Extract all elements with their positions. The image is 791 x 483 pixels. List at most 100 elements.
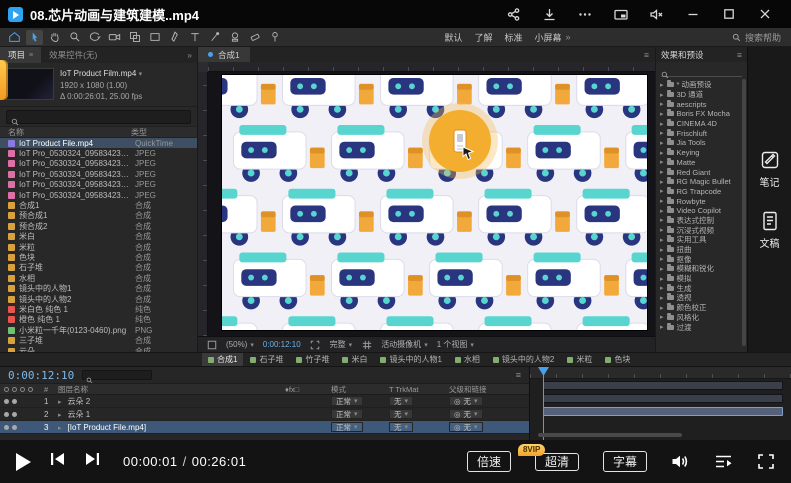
label-color-chip[interactable]	[8, 327, 15, 334]
camera-tool-icon[interactable]	[106, 30, 123, 45]
project-search-input[interactable]	[6, 110, 191, 124]
chevron-right-icon[interactable]: ▸	[660, 100, 664, 108]
chevron-right-icon[interactable]: ▸	[660, 207, 664, 215]
effects-category-row[interactable]: ▸ 抠像	[656, 254, 747, 264]
label-color-chip[interactable]	[8, 306, 15, 313]
zoom-level-dropdown[interactable]: (50%)▾	[226, 340, 254, 349]
timeline-layer-row[interactable]: 3 ▸[IoT Product File.mp4] 正常▾ 无▾ ◎无▾	[0, 421, 529, 434]
effects-category-row[interactable]: ▸ 过渡	[656, 322, 747, 332]
search-help-box[interactable]: 搜索帮助	[732, 31, 785, 44]
chevron-right-icon[interactable]: ▸	[660, 129, 664, 137]
label-color-chip[interactable]	[8, 150, 15, 157]
effects-category-row[interactable]: ▸ RG Trapcode	[656, 187, 747, 197]
timeline-track-area[interactable]	[530, 367, 791, 440]
project-item-row[interactable]: IoT Pro_0530324_095834230.jpg JPEG	[0, 190, 197, 200]
layer-trkmat-dropdown[interactable]: 无▾	[389, 396, 449, 406]
label-color-chip[interactable]	[8, 233, 15, 240]
label-color-chip[interactable]	[8, 171, 15, 178]
magnification-icon[interactable]	[206, 339, 217, 350]
composition-tab[interactable]: 米粒	[561, 353, 598, 366]
chevron-right-icon[interactable]: ▸	[660, 236, 664, 244]
chevron-right-icon[interactable]: ▸	[660, 246, 664, 254]
close-icon[interactable]	[747, 0, 783, 28]
project-item-row[interactable]: 三子堆 合成	[0, 335, 197, 345]
chevron-right-icon[interactable]: ▸	[660, 187, 664, 195]
label-color-chip[interactable]	[8, 202, 15, 209]
timeline-horizontal-scrollbar[interactable]	[538, 433, 682, 437]
orbit-tool-icon[interactable]	[86, 30, 103, 45]
transcript-button[interactable]: 文稿	[760, 211, 780, 250]
column-header-trkmat[interactable]: T TrkMat	[389, 385, 449, 394]
chevron-right-icon[interactable]: ▸	[660, 158, 664, 166]
clone-stamp-tool-icon[interactable]	[226, 30, 243, 45]
layer-av-toggles[interactable]	[4, 412, 44, 417]
pip-icon[interactable]	[603, 0, 639, 28]
effects-search-input[interactable]	[661, 65, 742, 77]
floating-assistant-handle[interactable]	[0, 60, 8, 100]
timeline-current-time[interactable]: 0:00:12:10	[8, 369, 74, 382]
type-tool-icon[interactable]	[186, 30, 203, 45]
puppet-pin-tool-icon[interactable]	[266, 30, 283, 45]
effects-category-row[interactable]: ▸ * 动画预设	[656, 80, 747, 90]
chevron-right-icon[interactable]: ▸	[660, 255, 664, 263]
label-color-chip[interactable]	[8, 223, 15, 230]
project-item-row[interactable]: 橙色 纯色 1 纯色	[0, 315, 197, 325]
download-icon[interactable]	[531, 0, 567, 28]
layer-name-cell[interactable]: ▸云朵 2	[58, 396, 285, 407]
layer-name-cell[interactable]: ▸[IoT Product File.mp4]	[58, 423, 285, 432]
chevron-right-icon[interactable]: ▸	[660, 294, 664, 302]
playback-speed-button[interactable]: 倍速	[467, 451, 511, 472]
column-header-layer-name[interactable]: 图层名称	[58, 384, 285, 395]
chevron-right-icon[interactable]: ▸	[660, 178, 664, 186]
playlist-icon[interactable]	[714, 453, 733, 470]
viewer-current-time[interactable]: 0:00:12:10	[263, 340, 301, 349]
label-color-chip[interactable]	[8, 254, 15, 261]
effects-category-row[interactable]: ▸ Video Copilot	[656, 206, 747, 216]
brush-tool-icon[interactable]	[206, 30, 223, 45]
project-item-row[interactable]: 预合成1 合成	[0, 211, 197, 221]
column-header-parent[interactable]: 父级和链接	[449, 384, 525, 395]
layer-duration-bar-selected[interactable]	[543, 407, 783, 416]
workspace-tab[interactable]: 了解	[474, 31, 492, 44]
effects-scrollbar[interactable]	[742, 79, 746, 346]
composition-tab[interactable]: 米白	[336, 353, 373, 366]
layer-mode-dropdown[interactable]: 正常▾	[331, 422, 389, 432]
effects-category-row[interactable]: ▸ 扭曲	[656, 245, 747, 255]
chevron-right-icon[interactable]: ▸	[660, 168, 664, 176]
project-item-row[interactable]: 米粒 合成	[0, 242, 197, 252]
effects-category-row[interactable]: ▸ 模糊和锐化	[656, 264, 747, 274]
project-item-row[interactable]: 预合成2 合成	[0, 221, 197, 231]
composition-tab[interactable]: 竹子堆	[290, 353, 335, 366]
timeline-layer-row[interactable]: 2 ▸云朵 1 正常▾ 无▾ ◎无▾	[0, 408, 529, 421]
project-item-row[interactable]: 镜头中的人物2 合成	[0, 294, 197, 304]
notes-button[interactable]: 笔记	[760, 150, 780, 189]
home-tool-icon[interactable]	[6, 30, 23, 45]
project-item-row[interactable]: 米白色 纯色 1 纯色	[0, 304, 197, 314]
label-color-chip[interactable]	[8, 275, 15, 282]
label-color-chip[interactable]	[8, 337, 15, 344]
layer-parent-dropdown[interactable]: ◎无▾	[449, 422, 525, 432]
chevron-right-icon[interactable]: ▸	[660, 197, 664, 205]
layer-trkmat-dropdown[interactable]: 无▾	[389, 409, 449, 419]
more-icon[interactable]	[567, 0, 603, 28]
pan-behind-tool-icon[interactable]	[126, 30, 143, 45]
workspace-tab[interactable]: 默认	[444, 31, 462, 44]
chevron-right-icon[interactable]: ▸	[660, 265, 664, 273]
chevron-right-icon[interactable]: ▸	[660, 110, 664, 118]
composition-tab[interactable]: 镜头中的人物1	[374, 353, 447, 366]
effects-category-row[interactable]: ▸ aescripts	[656, 99, 747, 109]
effects-category-row[interactable]: ▸ 模拟	[656, 274, 747, 284]
zoom-tool-icon[interactable]	[66, 30, 83, 45]
effects-category-row[interactable]: ▸ 风格化	[656, 313, 747, 323]
region-of-interest-icon[interactable]	[310, 339, 321, 350]
project-item-row[interactable]: 石子堆 合成	[0, 263, 197, 273]
project-item-row[interactable]: 小米粒一千年(0123-0460).png PNG	[0, 325, 197, 335]
panel-menu-icon[interactable]: ≡	[737, 50, 742, 60]
layer-duration-bar[interactable]	[543, 381, 783, 390]
layer-mode-dropdown[interactable]: 正常▾	[331, 409, 389, 419]
effects-category-row[interactable]: ▸ 透视	[656, 293, 747, 303]
chevron-right-icon[interactable]: ▸	[660, 81, 664, 89]
column-header-name[interactable]: 名称	[8, 127, 131, 138]
effects-category-row[interactable]: ▸ Frischluft	[656, 128, 747, 138]
effects-category-row[interactable]: ▸ 实用工具	[656, 235, 747, 245]
